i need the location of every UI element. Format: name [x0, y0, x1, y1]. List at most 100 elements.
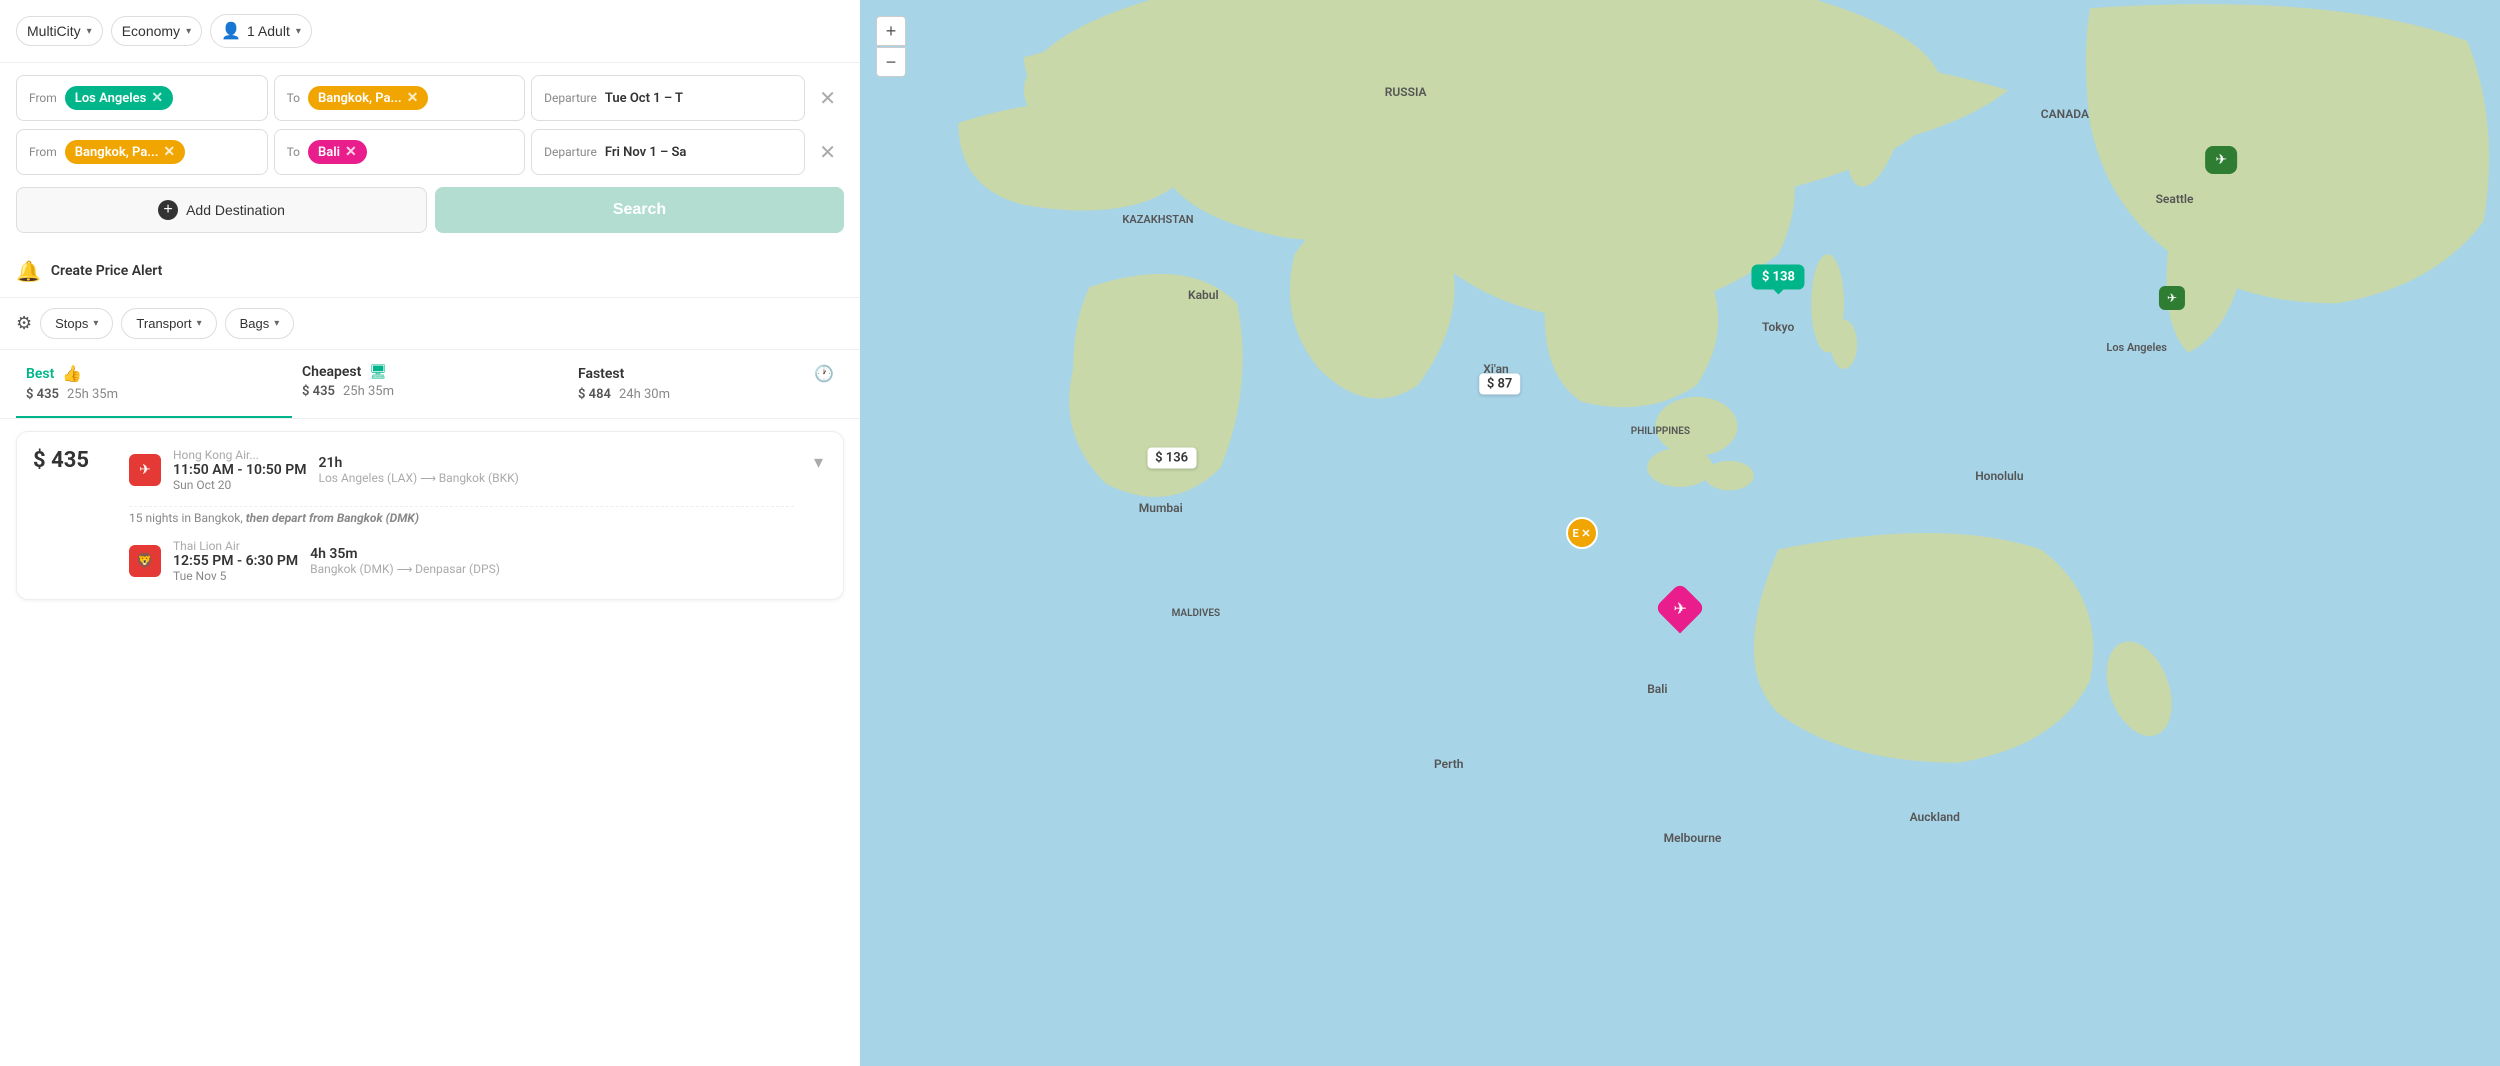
- to-tag-close-2[interactable]: ✕: [345, 144, 357, 160]
- bangkok-pin[interactable]: E ✕: [1566, 517, 1598, 549]
- la-pin[interactable]: ✈: [2159, 286, 2185, 310]
- delete-row-2[interactable]: ✕: [811, 136, 844, 169]
- sort-tab-best[interactable]: Best 👍 $ 435 25h 35m: [16, 350, 292, 418]
- expand-button[interactable]: ▾: [810, 448, 827, 477]
- to-field-2[interactable]: To Bali ✕: [274, 129, 526, 175]
- sort-tab-cheapest-details: $ 435 25h 35m: [302, 384, 558, 399]
- tokyo-price-pin[interactable]: $ 138: [1752, 265, 1805, 290]
- route-info-1: Los Angeles (LAX) ⟶ Bangkok (BKK): [319, 471, 519, 485]
- passengers-selector[interactable]: 👤 1 Adult ▾: [210, 14, 312, 48]
- sort-tab-fastest[interactable]: Fastest 🕐 $ 484 24h 30m: [568, 350, 844, 418]
- flight-date-2: Tue Nov 5: [173, 569, 298, 583]
- airline-info-2: Thai Lion Air 12:55 PM - 6:30 PM Tue Nov…: [173, 539, 298, 583]
- seattle-icon: ✈: [2215, 152, 2227, 168]
- bags-label: Bags: [240, 316, 270, 331]
- result-price: $ 435: [33, 448, 113, 473]
- zoom-out-button[interactable]: −: [876, 47, 906, 77]
- la-icon: ✈: [2167, 291, 2177, 305]
- price-column: $ 435: [33, 448, 113, 473]
- add-icon: +: [158, 200, 178, 220]
- to-tag-2[interactable]: Bali ✕: [308, 140, 367, 164]
- sort-tab-fastest-price: $ 484: [578, 387, 611, 402]
- sort-tab-cheapest-duration: 25h 35m: [343, 384, 394, 399]
- stops-chevron: ▾: [93, 318, 98, 329]
- sort-tab-best-icon: 👍: [62, 364, 82, 383]
- seattle-pin[interactable]: ✈: [2205, 146, 2237, 174]
- passengers-chevron: ▾: [296, 26, 301, 37]
- transport-label: Transport: [136, 316, 191, 331]
- result-card-1[interactable]: $ 435 ✈ Hong Kong Air... 11:50 AM - 10:5…: [16, 431, 844, 600]
- to-tag-1[interactable]: Bangkok, Pa... ✕: [308, 86, 428, 110]
- sort-tab-fastest-duration: 24h 30m: [619, 387, 670, 402]
- airline-info-1: Hong Kong Air... 11:50 AM - 10:50 PM Sun…: [173, 448, 307, 492]
- bali-destination-pin[interactable]: ✈: [1662, 590, 1698, 626]
- delete-row-1[interactable]: ✕: [811, 82, 844, 115]
- search-row-1: From Los Angeles ✕ To Bangkok, Pa... ✕ D…: [16, 75, 844, 121]
- trip-type-chevron: ▾: [87, 26, 92, 37]
- zoom-in-button[interactable]: +: [876, 16, 906, 46]
- from-tag-value-2: Bangkok, Pa...: [75, 145, 159, 160]
- departure-field-2[interactable]: Departure Fri Nov 1 – Sa: [531, 129, 805, 175]
- right-panel: + − RUSSIA CANADA KAZAKHSTAN PHILIPPINES…: [860, 0, 2500, 1066]
- sort-tab-fastest-icon: 🕐: [814, 364, 834, 383]
- airline-logo-icon-2: 🦁: [136, 553, 153, 569]
- tokyo-price-bubble-group: $ 138: [1752, 265, 1805, 290]
- flight-times-2: 12:55 PM - 6:30 PM: [173, 553, 298, 569]
- add-destination-label: Add Destination: [186, 202, 285, 218]
- results-list: $ 435 ✈ Hong Kong Air... 11:50 AM - 10:5…: [0, 419, 860, 612]
- filters-row: ⚙ Stops ▾ Transport ▾ Bags ▾: [0, 298, 860, 350]
- departure-value-2: Fri Nov 1 – Sa: [605, 145, 687, 160]
- search-button[interactable]: Search: [435, 187, 844, 233]
- sort-tabs: Best 👍 $ 435 25h 35m Cheapest 🖥 $ 435 25…: [0, 350, 860, 419]
- departure-field-1[interactable]: Departure Tue Oct 1 – T: [531, 75, 805, 121]
- cabin-chevron: ▾: [186, 26, 191, 37]
- bags-filter-button[interactable]: Bags ▾: [225, 308, 295, 339]
- xian-price-pin: $ 87: [1479, 373, 1521, 394]
- to-field-1[interactable]: To Bangkok, Pa... ✕: [274, 75, 526, 121]
- stopover-detail: then depart from Bangkok (DMK): [246, 511, 419, 525]
- duration-time-2: 4h 35m: [310, 546, 500, 562]
- departure-label-1: Departure: [544, 91, 597, 105]
- passengers-icon: 👤: [221, 21, 241, 41]
- passengers-label: 1 Adult: [247, 23, 290, 39]
- stopover-note: 15 nights in Bangkok, then depart from B…: [129, 506, 794, 529]
- route-to-2: Denpasar (DPS): [415, 562, 500, 576]
- sort-tab-best-duration: 25h 35m: [67, 387, 118, 402]
- filter-settings-button[interactable]: ⚙: [16, 313, 32, 334]
- cabin-selector[interactable]: Economy ▾: [111, 16, 202, 46]
- from-field-1[interactable]: From Los Angeles ✕: [16, 75, 268, 121]
- stopover-text: 15 nights in Bangkok,: [129, 511, 243, 525]
- departure-label-2: Departure: [544, 145, 597, 159]
- map-container: + − RUSSIA CANADA KAZAKHSTAN PHILIPPINES…: [860, 0, 2500, 1066]
- sort-tab-fastest-header: Fastest 🕐: [578, 364, 834, 383]
- left-panel: MultiCity ▾ Economy ▾ 👤 1 Adult ▾ From L…: [0, 0, 860, 1066]
- seattle-bubble: ✈: [2205, 146, 2237, 174]
- sort-tab-best-header: Best 👍: [26, 364, 282, 383]
- la-bubble: ✈: [2159, 286, 2185, 310]
- cabin-label: Economy: [122, 23, 180, 39]
- tokyo-price-bubble: $ 138: [1752, 265, 1805, 290]
- to-tag-close-1[interactable]: ✕: [407, 90, 419, 106]
- flight-duration-2: 4h 35m Bangkok (DMK) ⟶ Denpasar (DPS): [310, 546, 500, 576]
- transport-filter-button[interactable]: Transport ▾: [121, 308, 216, 339]
- from-tag-2[interactable]: Bangkok, Pa... ✕: [65, 140, 185, 164]
- trip-type-selector[interactable]: MultiCity ▾: [16, 16, 103, 46]
- stops-filter-button[interactable]: Stops ▾: [40, 308, 113, 339]
- departure-value-1: Tue Oct 1 – T: [605, 91, 683, 106]
- trip-type-label: MultiCity: [27, 23, 81, 39]
- to-tag-value-1: Bangkok, Pa...: [318, 91, 402, 106]
- from-tag-close-1[interactable]: ✕: [151, 90, 163, 106]
- to-label-1: To: [287, 91, 300, 105]
- route-arrow-2: ⟶: [397, 563, 416, 576]
- add-destination-button[interactable]: + Add Destination: [16, 187, 427, 233]
- map-controls: + −: [876, 16, 906, 77]
- price-alert-row[interactable]: 🔔 Create Price Alert: [0, 245, 860, 298]
- from-tag-1[interactable]: Los Angeles ✕: [65, 86, 173, 110]
- sort-tab-cheapest-label: Cheapest: [302, 364, 361, 380]
- flight-row-1: ✈ Hong Kong Air... 11:50 AM - 10:50 PM S…: [129, 448, 794, 492]
- from-tag-close-2[interactable]: ✕: [163, 144, 175, 160]
- sort-tab-cheapest[interactable]: Cheapest 🖥 $ 435 25h 35m: [292, 350, 568, 418]
- sort-tab-best-label: Best: [26, 366, 54, 382]
- bangkok-circle: E ✕: [1566, 517, 1598, 549]
- from-field-2[interactable]: From Bangkok, Pa... ✕: [16, 129, 268, 175]
